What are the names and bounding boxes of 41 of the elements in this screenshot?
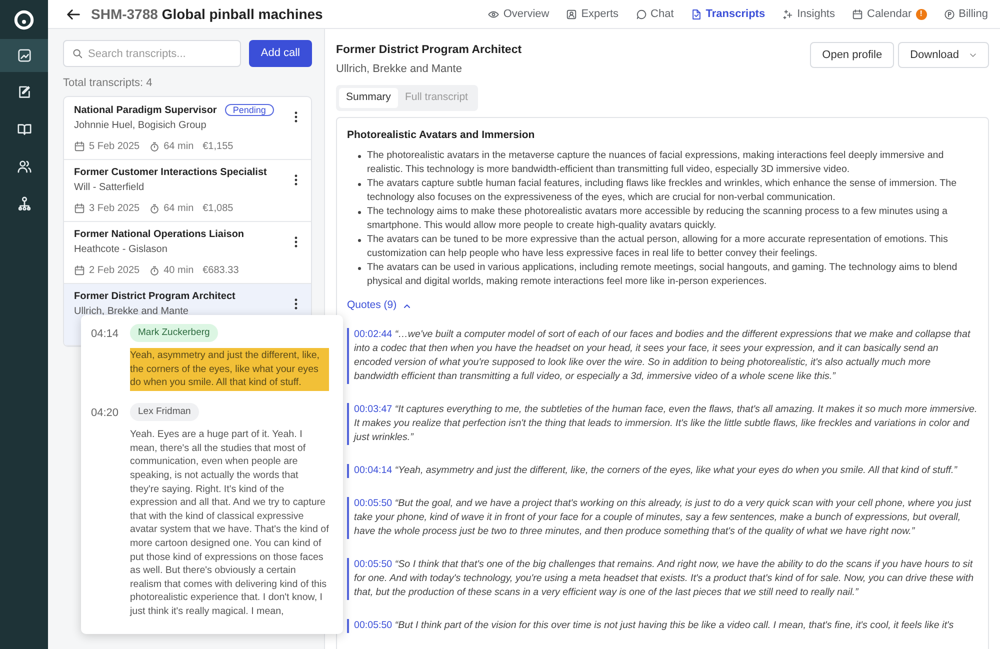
quote: 00:02:44 “…we've built a computer model of sort of each of our faces and bodies and the different expressions that we make and collapse that into a codec that then when you have the headset on your head, it sees your face, it sees your expression, and it can basically send an encoded version of what you're supposed to look like over the wire. So in addition to being photorealistic, it's also actually much more bandwidth efficient than transmitting a full video, or especially a 3d, immersive video of a whole scene like this.” [347, 328, 978, 384]
call-company: Will - Satterfield [74, 181, 146, 194]
call-price: €1,085 [202, 202, 234, 215]
call-title: Former National Operations Liaison [74, 229, 244, 240]
quote: 00:05:50 “So I think that that's one of the big challenges that remains. And right now, we have the ability to do the scans if you have hours to sit for one. And with today's technology, you're using a meta headset that exists. It's a product that's kind of for sale. Now, you can drive these with that, but the production of these scans in a very efficient way is one of the last pieces that we still need to really nail.” [347, 558, 978, 600]
timestamp: 04:20 [91, 406, 120, 422]
summary-point: The photorealistic avatars in the metaverse capture the nuances of facial expressions, making interactions feel deeply immersive and realistic. This technology is more bandwidth-efficient than transmitting full video, especially 3D immersive video. [367, 149, 945, 178]
timestamp: 04:14 [91, 327, 120, 342]
call-date: 5 Feb 2025 [89, 140, 140, 153]
call-price: €1,155 [202, 140, 234, 153]
speaker-tag: Lex Fridman [130, 403, 199, 422]
total-count: Total transcripts: 4 [63, 77, 154, 90]
section-heading: Photorealistic Avatars and Immersion [347, 128, 536, 142]
quote: 00:04:14 “Yeah, asymmetry and just the different, like, the corners of the eyes, like what your eyes do when you smile. All that kind of stuff.” [347, 464, 978, 478]
call-title: National Paradigm Supervisor [74, 105, 217, 116]
quote: 00:03:47 “It captures everything to me, the subtleties of the human face, even the flaws, that's all amazing. It makes it so much more immersive. It makes you realize that perfection isn't the thing that leads to immersion. It's like the little subtle flaws, like freckles and variations in color and just wrinkles.” [347, 403, 978, 445]
alert-badge: ! [916, 8, 927, 20]
quote: 00:05:50 “But I think part of the vision for this over time is not just having this be like a video call. I mean, that's fine, it's cool, it feels like it's [347, 619, 978, 633]
page-title: SHM-3788 Global pinball machines [91, 4, 323, 24]
status-badge: Pending [224, 104, 274, 116]
call-date: 3 Feb 2025 [89, 202, 140, 215]
summary-point: The avatars can be used in various applications, including remote meetings, social hangouts, and gaming. The technology aims to blend physical and digital worlds, making remote interactions feel more like in-person experiences. [367, 261, 958, 290]
call-company: Heathcote - Gislason [74, 243, 168, 256]
call-duration: 64 min [164, 202, 194, 215]
call-company: Ullrich, Brekke and Mante [74, 305, 190, 318]
transcript-text: Yeah, asymmetry and just the different, like, the corners of the eyes, like what your eyes do when you smile. All that kind of stuff. [130, 348, 329, 392]
call-title: Former District Program Architect [74, 291, 236, 302]
quote: 00:05:50 “But the goal, and we have a project that's working on this already, is just to do a very quick scan with your cell phone, where you just take your phone, kind of wave it in front of your face for a couple of minutes, say a few sentences, make a bunch of expressions, but overall, have the whole process just be two to three minutes, and then produce something that's of the quality of what we have right now.” [347, 497, 978, 539]
speaker-tag: Mark Zuckerberg [130, 324, 218, 342]
call-duration: 64 min [164, 140, 194, 153]
call-date: 2 Feb 2025 [89, 264, 140, 277]
transcript-text: Yeah. Eyes are a huge part of it. Yeah. I mean, there's all the studies that most of communication, even when people are speaking, is not actually the words that they're saying. Right. It's kind of the expression and all that. And we try to capture that with the kind of classical expressive avatar system that we have. That's the kind of more cartoon designed one. You can kind of put those kind of expressions on those faces as well. But there's obviously a certain realism that comes with delivering kind of this photorealistic experience that. I don't know, I just think it's really magical. I mean, [130, 428, 329, 619]
call-title: Former Customer Interactions Specialist [74, 167, 267, 178]
call-company: Johnnie Huel, Bogisich Group [74, 119, 208, 132]
summary-point: The avatars can be tuned to be more expressive than the actual person, allowing for a more accurate representation of emotions. This customization can help people who have less expressive faces in real life to better convey their feelings. [367, 233, 949, 262]
expert-title: Former District Program Architect [336, 43, 522, 58]
call-price: €683.33 [202, 264, 239, 277]
summary-point: The avatars capture subtle human facial features, including flaws like freckles and wrinkles, which enhance the sense of immersion. The technology also focuses on the expressiveness of the eyes, which are crucial for non-verbal communication. [367, 177, 958, 206]
summary-point: The technology aims to make these photorealistic avatars more accessible by reducing the scanning process to a few minutes using a smartphone. This would allow more people to create high-quality avatars quickly. [367, 205, 948, 234]
call-duration: 40 min [164, 264, 194, 277]
expert-company: Ullrich, Brekke and Mante [336, 62, 463, 78]
